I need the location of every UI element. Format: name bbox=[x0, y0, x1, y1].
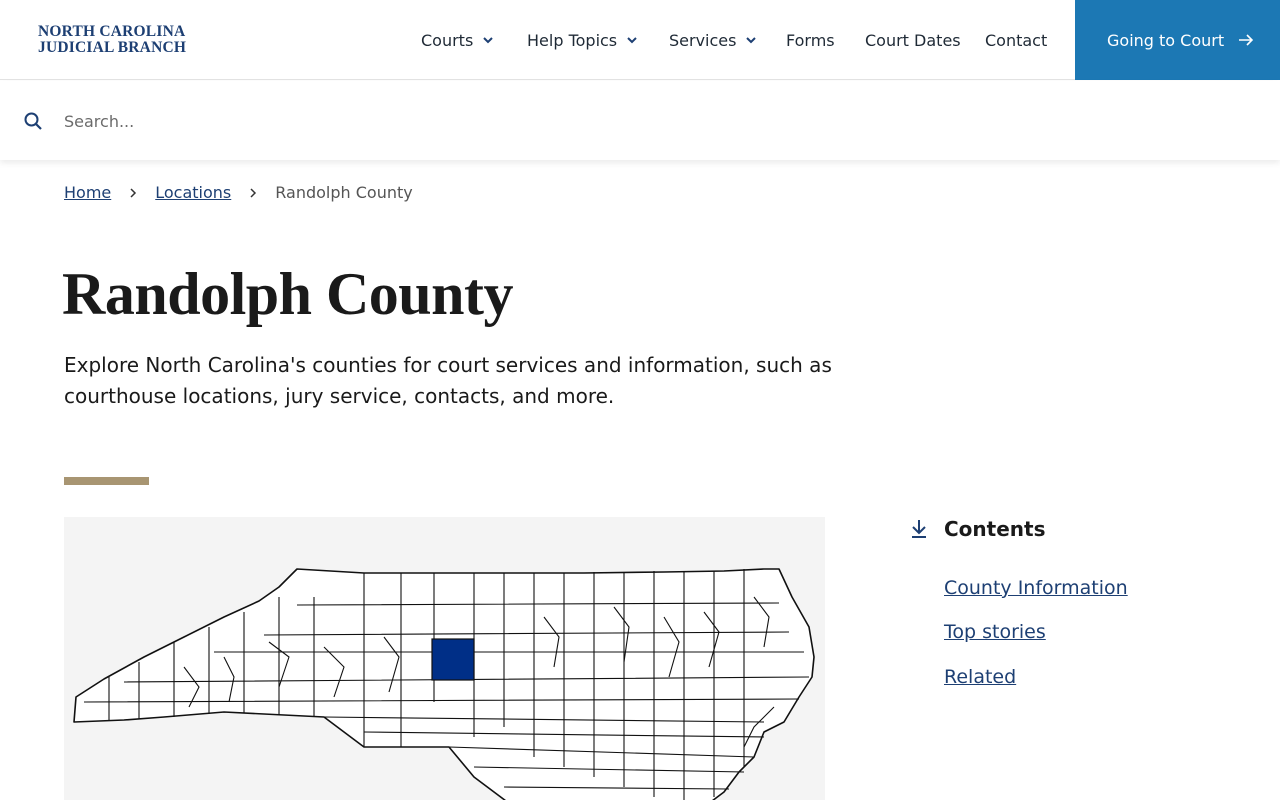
nav-courts-label: Courts bbox=[421, 30, 474, 50]
nav-courts[interactable]: Courts bbox=[421, 0, 494, 80]
search-icon[interactable] bbox=[24, 112, 42, 130]
arrow-down-to-line-icon bbox=[912, 520, 926, 538]
accent-divider bbox=[64, 477, 149, 485]
going-to-court-label: Going to Court bbox=[1107, 30, 1225, 50]
nav-forms[interactable]: Forms bbox=[786, 0, 835, 80]
going-to-court-button[interactable]: Going to Court bbox=[1075, 0, 1280, 80]
nav-contact-label: Contact bbox=[985, 30, 1048, 50]
toc-link-top-stories[interactable]: Top stories bbox=[944, 621, 1046, 643]
nav-help-topics[interactable]: Help Topics bbox=[527, 0, 638, 80]
search-input[interactable] bbox=[64, 106, 1244, 136]
search-bar bbox=[0, 81, 1280, 160]
logo-line-2: JUDICIAL BRANCH bbox=[38, 39, 187, 56]
nav-services-label: Services bbox=[669, 30, 737, 50]
chevron-down-icon bbox=[627, 37, 637, 44]
toc-link-county-information[interactable]: County Information bbox=[944, 577, 1128, 599]
chevron-right-icon bbox=[250, 187, 257, 198]
contents-heading: Contents bbox=[910, 517, 1045, 541]
page-intro: Explore North Carolina's counties for co… bbox=[64, 353, 832, 408]
north-carolina-county-map bbox=[73, 568, 815, 800]
site-header: NORTH CAROLINA JUDICIAL BRANCH Courts He… bbox=[0, 0, 1280, 80]
breadcrumb-current: Randolph County bbox=[275, 183, 413, 202]
breadcrumb: Home Locations Randolph County bbox=[64, 183, 413, 202]
nav-services[interactable]: Services bbox=[669, 0, 757, 80]
nav-help-topics-label: Help Topics bbox=[527, 30, 618, 50]
chevron-down-icon bbox=[746, 37, 757, 44]
logo-line-1: NORTH CAROLINA bbox=[38, 23, 186, 40]
chevron-right-icon bbox=[130, 187, 137, 198]
contents-heading-label: Contents bbox=[944, 517, 1046, 541]
nav-court-dates-label: Court Dates bbox=[865, 30, 961, 50]
county-map-panel bbox=[64, 517, 825, 800]
page-title: Randolph County bbox=[62, 261, 514, 327]
chevron-down-icon bbox=[483, 37, 494, 44]
nav-court-dates[interactable]: Court Dates bbox=[865, 0, 961, 80]
toc-link-related[interactable]: Related bbox=[944, 666, 1016, 688]
breadcrumb-locations[interactable]: Locations bbox=[155, 183, 231, 202]
nav-forms-label: Forms bbox=[786, 30, 835, 50]
arrow-right-icon bbox=[1239, 34, 1254, 46]
randolph-county-highlight bbox=[431, 638, 475, 681]
breadcrumb-home[interactable]: Home bbox=[64, 183, 111, 202]
nav-contact[interactable]: Contact bbox=[985, 0, 1047, 80]
site-logo[interactable]: NORTH CAROLINA JUDICIAL BRANCH bbox=[38, 24, 186, 56]
